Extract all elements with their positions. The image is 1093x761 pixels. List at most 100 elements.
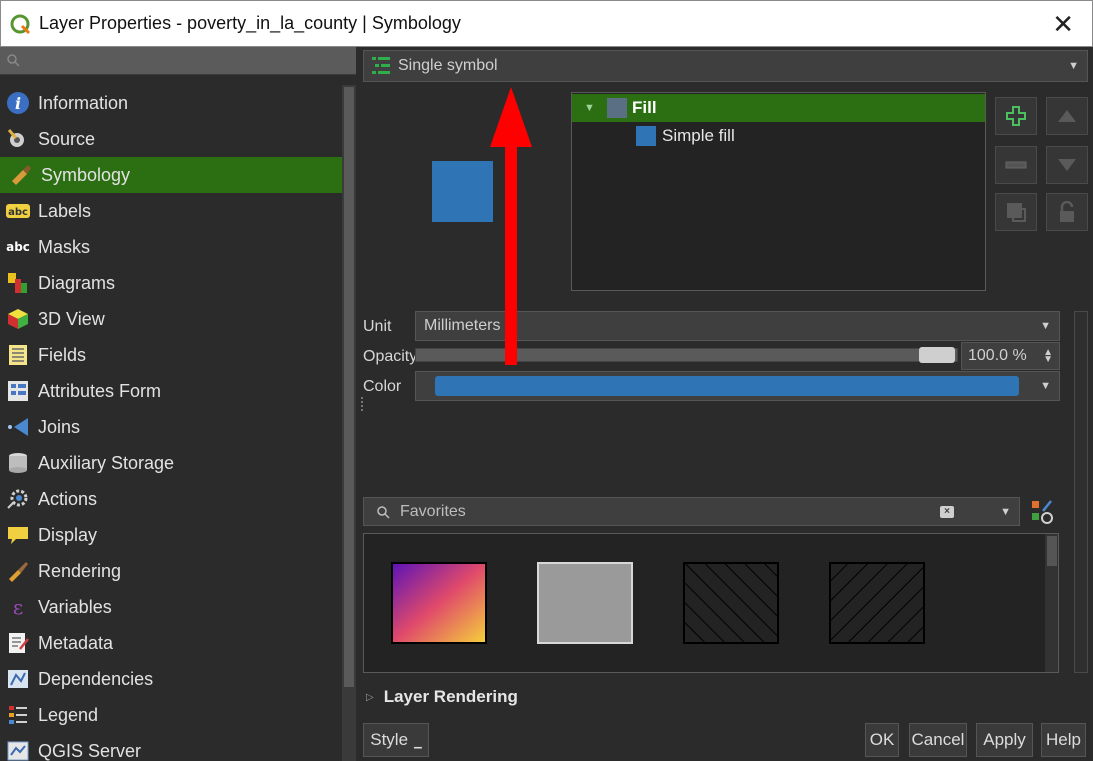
sidebar-nav-list: i Information Source Symbology abc Label… [0, 85, 342, 761]
expand-arrow-icon[interactable]: ▷ [366, 692, 374, 703]
opacity-value: 100.0 % [968, 347, 1027, 364]
chevron-down-icon: ▁ [414, 737, 422, 749]
diagrams-icon [5, 270, 31, 296]
help-button-label: Help [1046, 730, 1081, 749]
sidebar-item-legend[interactable]: Legend [0, 697, 342, 733]
scrollbar-thumb[interactable] [344, 87, 354, 687]
sidebar-item-label: Actions [38, 488, 98, 509]
opacity-label: Opacity [363, 348, 418, 365]
color-label: Color [363, 378, 402, 395]
sidebar-item-label: QGIS Server [38, 740, 142, 761]
sidebar-scrollbar[interactable] [342, 85, 356, 761]
cancel-button[interactable]: Cancel [909, 723, 967, 757]
style-button[interactable]: Style ▁ [363, 723, 429, 757]
add-layer-icon [1006, 106, 1026, 126]
ok-button[interactable]: OK [865, 723, 899, 757]
opacity-spinbox[interactable]: 100.0 % ▲ ▼ [961, 342, 1060, 370]
sidebar-item-qgis-server[interactable]: QGIS Server [0, 733, 342, 761]
sidebar-item-label: Source [38, 128, 96, 149]
splitter-handle[interactable] [361, 397, 363, 411]
collapse-arrow-icon[interactable]: ▼ [584, 102, 595, 114]
sidebar-item-variables[interactable]: ε Variables [0, 589, 342, 625]
svg-text:abc: abc [6, 240, 30, 254]
sidebar-item-label: Display [38, 524, 98, 545]
joins-icon [5, 414, 31, 440]
simple-fill-swatch [636, 126, 656, 146]
gallery-scrollbar[interactable] [1045, 534, 1058, 672]
move-down-button[interactable] [1046, 146, 1088, 184]
close-icon[interactable]: ✕ [1052, 10, 1074, 40]
rendering-brush-icon [5, 558, 31, 584]
sidebar-item-rendering[interactable]: Rendering [0, 553, 342, 589]
lock-button[interactable] [1046, 193, 1088, 231]
sidebar-item-label: Diagrams [38, 272, 116, 293]
sidebar-item-labels[interactable]: abc Labels [0, 193, 342, 229]
add-layer-button[interactable] [995, 97, 1037, 135]
favorites-symbol-gallery [363, 533, 1059, 673]
title-bar: Layer Properties - poverty_in_la_county … [0, 0, 1093, 47]
gray-fill-preview[interactable] [537, 562, 633, 644]
source-icon [5, 126, 31, 152]
sidebar-item-display[interactable]: Display [0, 517, 342, 553]
move-up-button[interactable] [1046, 97, 1088, 135]
remove-layer-button[interactable] [995, 146, 1037, 184]
sidebar-item-actions[interactable]: Actions [0, 481, 342, 517]
color-swatch [435, 376, 1019, 396]
chevron-down-icon[interactable]: ▼ [1000, 506, 1011, 518]
sidebar-item-label: Variables [38, 596, 112, 617]
speech-bubble-icon [5, 522, 31, 548]
sidebar-item-masks[interactable]: abc Masks [0, 229, 342, 265]
style-button-label: Style [370, 730, 409, 749]
cancel-button-label: Cancel [911, 730, 965, 749]
layer-rendering-section[interactable]: ▷ Layer Rendering [366, 687, 518, 707]
sidebar-item-fields[interactable]: Fields [0, 337, 342, 373]
style-manager-icon[interactable] [1030, 499, 1054, 525]
actions-gear-icon [5, 486, 31, 512]
sidebar-item-symbology[interactable]: Symbology [0, 157, 342, 193]
sidebar-item-3d-view[interactable]: 3D View [0, 301, 342, 337]
labels-abc-icon: abc [5, 198, 31, 224]
sidebar-item-label: Metadata [38, 632, 114, 653]
apply-button[interactable]: Apply [976, 723, 1033, 757]
renderer-type-select[interactable]: Single symbol ▼ [363, 50, 1088, 82]
gradient-fill-preview[interactable] [391, 562, 487, 644]
unit-label: Unit [363, 318, 392, 335]
sidebar-item-information[interactable]: i Information [0, 85, 342, 121]
properties-scrollbar[interactable] [1074, 311, 1088, 673]
sidebar-item-attributes-form[interactable]: Attributes Form [0, 373, 342, 409]
color-button[interactable]: ▼ [415, 371, 1060, 401]
spin-arrows-icon[interactable]: ▲ ▼ [1043, 348, 1053, 365]
svg-text:abc: abc [8, 207, 28, 218]
apply-button-label: Apply [983, 730, 1026, 749]
sidebar-item-dependencies[interactable]: Dependencies [0, 661, 342, 697]
opacity-slider-handle[interactable] [919, 347, 955, 363]
symbol-layer-tree: ▼ Fill Simple fill [571, 92, 986, 291]
tree-row-label: Fill [632, 98, 657, 117]
symbol-preview [432, 161, 493, 222]
tree-row-simple-fill[interactable]: Simple fill [572, 122, 985, 150]
sidebar-item-diagrams[interactable]: Diagrams [0, 265, 342, 301]
metadata-icon [5, 630, 31, 656]
sidebar-item-label: Information [38, 92, 129, 113]
tree-row-fill[interactable]: ▼ Fill [572, 94, 985, 122]
hatch-fill-preview[interactable] [829, 562, 925, 644]
sidebar-item-metadata[interactable]: Metadata [0, 625, 342, 661]
symbology-brush-icon [8, 162, 34, 188]
sidebar-search-input[interactable] [0, 47, 356, 75]
layer-rendering-label: Layer Rendering [383, 687, 518, 706]
clear-icon[interactable]: × [940, 506, 954, 518]
help-button[interactable]: Help [1041, 723, 1086, 757]
hatch-fill-preview[interactable] [683, 562, 779, 644]
sidebar-item-source[interactable]: Source [0, 121, 342, 157]
fields-icon [5, 342, 31, 368]
duplicate-layer-button[interactable] [995, 193, 1037, 231]
chevron-down-icon[interactable]: ▼ [1040, 380, 1051, 392]
scrollbar-thumb[interactable] [1047, 536, 1057, 566]
chevron-down-icon: ▼ [1040, 320, 1051, 332]
symbology-panel: Single symbol ▼ ▼ Fill Simple fill Unit … [358, 47, 1093, 761]
sidebar-item-auxiliary-storage[interactable]: Auxiliary Storage [0, 445, 342, 481]
sidebar-item-joins[interactable]: Joins [0, 409, 342, 445]
server-icon [5, 738, 31, 761]
favorites-search-input[interactable]: Favorites × ▼ [363, 497, 1020, 526]
window-title: Layer Properties - poverty_in_la_county … [39, 13, 461, 33]
